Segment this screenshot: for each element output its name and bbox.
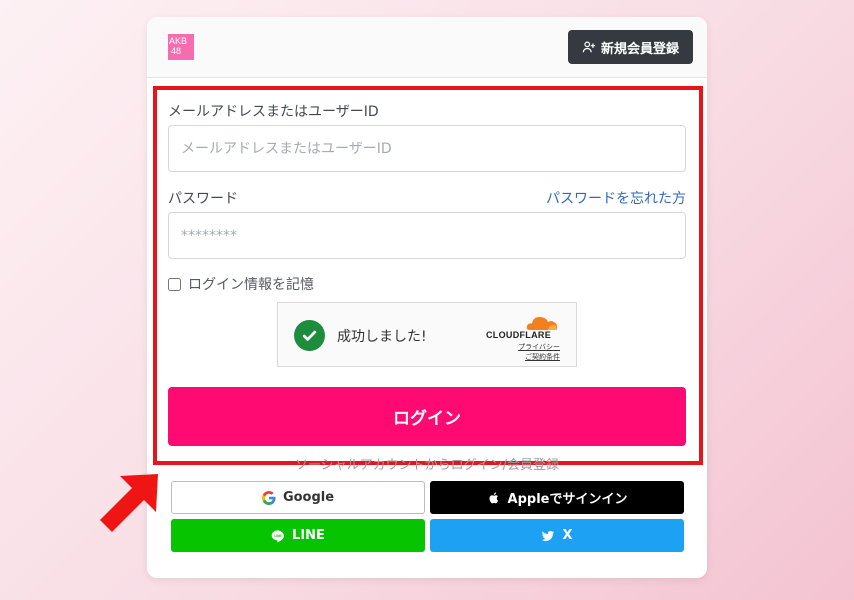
turnstile-status: 成功しました! xyxy=(337,329,427,345)
pointer-arrow-icon xyxy=(100,474,158,532)
twitter-bird-icon xyxy=(542,530,555,541)
apple-icon xyxy=(489,491,498,503)
google-icon xyxy=(261,490,276,505)
social-login-caption: ソーシャルアカウントからログイン/会員登録 xyxy=(294,458,560,473)
terms-link[interactable]: ご契約条件 xyxy=(525,352,560,362)
apple-label: Appleでサインイン xyxy=(507,492,628,507)
remember-me[interactable]: ログイン情報を記憶 xyxy=(168,275,314,293)
akb48-logo[interactable]: AKB 48 xyxy=(168,34,194,60)
google-login-button[interactable]: Google xyxy=(171,481,425,514)
register-label: 新規会員登録 xyxy=(600,41,679,57)
line-login-button[interactable]: LINE LINE xyxy=(171,519,425,552)
apple-login-button[interactable]: Appleでサインイン xyxy=(430,481,684,514)
google-label: Google xyxy=(282,490,335,505)
success-check-icon xyxy=(294,320,325,351)
svg-text:LINE: LINE xyxy=(274,534,281,538)
line-icon: LINE xyxy=(271,529,284,542)
card-header: AKB 48 新規会員登録 xyxy=(147,17,707,78)
x-label: X xyxy=(562,528,573,543)
register-button[interactable]: 新規会員登録 xyxy=(568,30,693,64)
line-label: LINE xyxy=(292,528,325,543)
x-login-button[interactable]: X xyxy=(430,519,684,552)
password-input[interactable] xyxy=(168,212,686,259)
login-button[interactable]: ログイン xyxy=(168,387,686,446)
privacy-link[interactable]: プライバシー xyxy=(518,342,560,352)
cloudflare-cloud-icon xyxy=(526,317,558,330)
cloudflare-turnstile: 成功しました! CLOUDFLARE プライバシー ご契約条件 xyxy=(277,302,577,367)
email-label: メールアドレスまたはユーザーID xyxy=(168,104,379,120)
remember-checkbox[interactable] xyxy=(168,277,181,291)
cloudflare-brand: CLOUDFLARE xyxy=(486,330,551,340)
password-label: パスワード xyxy=(168,191,238,207)
remember-label: ログイン情報を記憶 xyxy=(188,277,314,293)
email-input[interactable] xyxy=(168,125,686,172)
user-plus-icon xyxy=(582,41,596,53)
forgot-password-link[interactable]: パスワードを忘れた方 xyxy=(546,188,686,208)
